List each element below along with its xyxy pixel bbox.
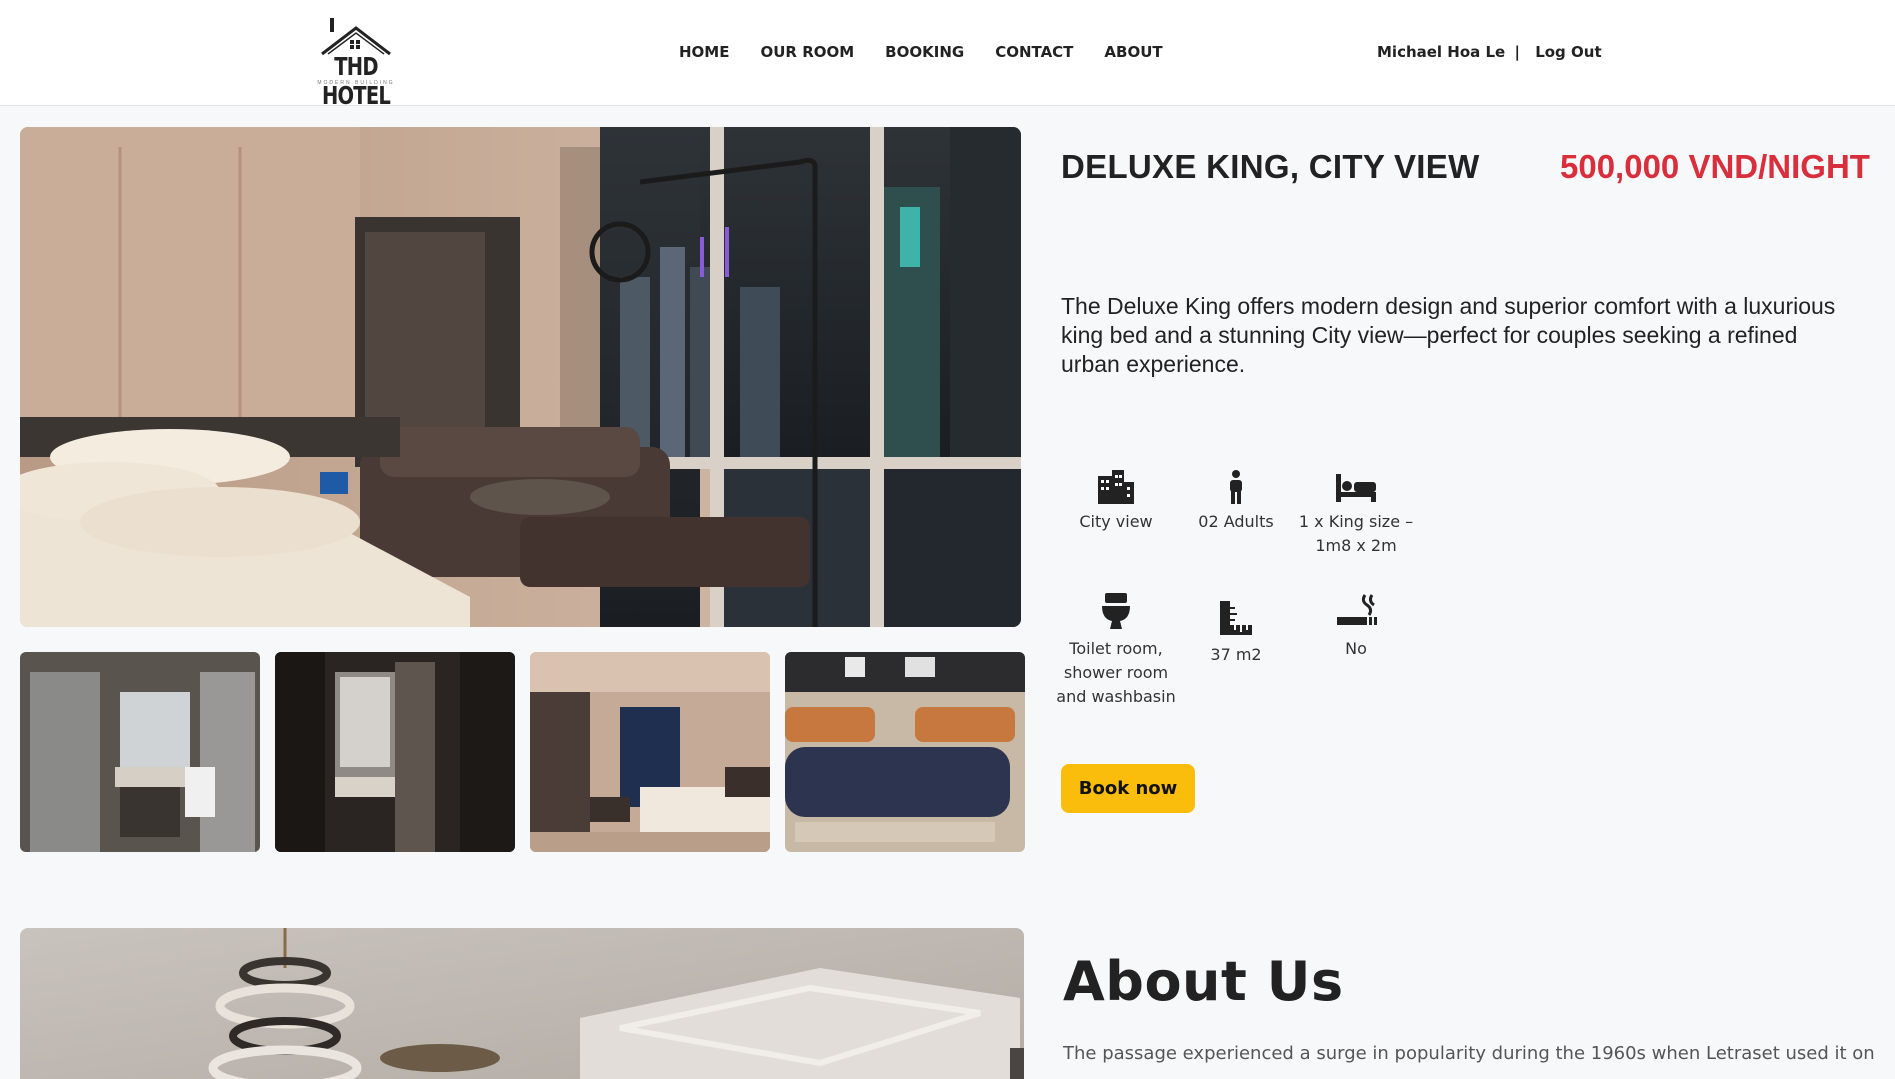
thumbnail-image xyxy=(20,652,260,852)
user-name[interactable]: Michael Hoa Le xyxy=(1377,43,1505,61)
book-now-button[interactable]: Book now xyxy=(1061,764,1195,813)
nav-about[interactable]: ABOUT xyxy=(1104,43,1162,61)
about-photo-image xyxy=(20,928,1024,1079)
thumbnail-image xyxy=(785,652,1025,852)
toilet-icon xyxy=(1102,593,1130,629)
room-price: 500,000 VND/NIGHT xyxy=(1560,148,1870,185)
user-bar: Michael Hoa Le | Log Out xyxy=(1377,43,1602,61)
main-nav: HOME OUR ROOM BOOKING CONTACT ABOUT xyxy=(679,43,1194,61)
person-icon xyxy=(1230,470,1242,504)
amenity-label: Toilet room, shower room and washbasin xyxy=(1056,639,1176,706)
room-main-photo[interactable] xyxy=(20,127,1021,627)
amenity-label: City view xyxy=(1079,512,1153,531)
amenity-view: City view xyxy=(1051,470,1181,534)
nav-booking[interactable]: BOOKING xyxy=(885,43,964,61)
logout-link[interactable]: Log Out xyxy=(1535,43,1601,61)
building-icon xyxy=(1098,470,1134,504)
about-photo xyxy=(20,928,1024,1079)
room-description: The Deluxe King offers modern design and… xyxy=(1061,293,1836,377)
amenity-label: 37 m2 xyxy=(1210,645,1262,664)
nav-contact[interactable]: CONTACT xyxy=(995,43,1073,61)
amenity-bathroom: Toilet room, shower room and washbasin xyxy=(1051,593,1181,709)
thumbnail-amenities[interactable] xyxy=(785,652,1025,852)
amenity-size: 37 m2 xyxy=(1171,599,1301,667)
nav-our-room[interactable]: OUR ROOM xyxy=(760,43,854,61)
thumbnail-bedroom[interactable] xyxy=(530,652,770,852)
amenity-label: No xyxy=(1345,639,1367,658)
thumbnail-bathroom-1[interactable] xyxy=(20,652,260,852)
thumbnail-bathroom-2[interactable] xyxy=(275,652,515,852)
user-separator: | xyxy=(1514,43,1520,61)
room-title: DELUXE KING, CITY VIEW xyxy=(1061,148,1480,185)
nav-home[interactable]: HOME xyxy=(679,43,729,61)
thumbnail-image xyxy=(275,652,515,852)
amenity-bed: 1 x King size – 1m8 x 2m xyxy=(1291,470,1421,558)
amenity-label: 02 Adults xyxy=(1198,512,1274,531)
ruler-icon xyxy=(1220,601,1252,635)
logo-subtext: MODERN BUILDING xyxy=(317,80,395,86)
site-header: THD HOTEL MODERN BUILDING HOME OUR ROOM … xyxy=(0,0,1895,110)
amenity-guests: 02 Adults xyxy=(1171,470,1301,534)
smoking-icon xyxy=(1337,594,1377,625)
bed-icon xyxy=(1336,474,1376,502)
thumbnail-image xyxy=(530,652,770,852)
about-text: The passage experienced a surge in popul… xyxy=(1063,1043,1875,1064)
room-photo-image xyxy=(20,127,1021,627)
amenity-label: 1 x King size – 1m8 x 2m xyxy=(1298,512,1414,555)
hotel-logo[interactable]: THD HOTEL MODERN BUILDING xyxy=(300,14,412,110)
about-title: About Us xyxy=(1063,950,1344,1013)
amenity-smoking: No xyxy=(1291,593,1421,661)
